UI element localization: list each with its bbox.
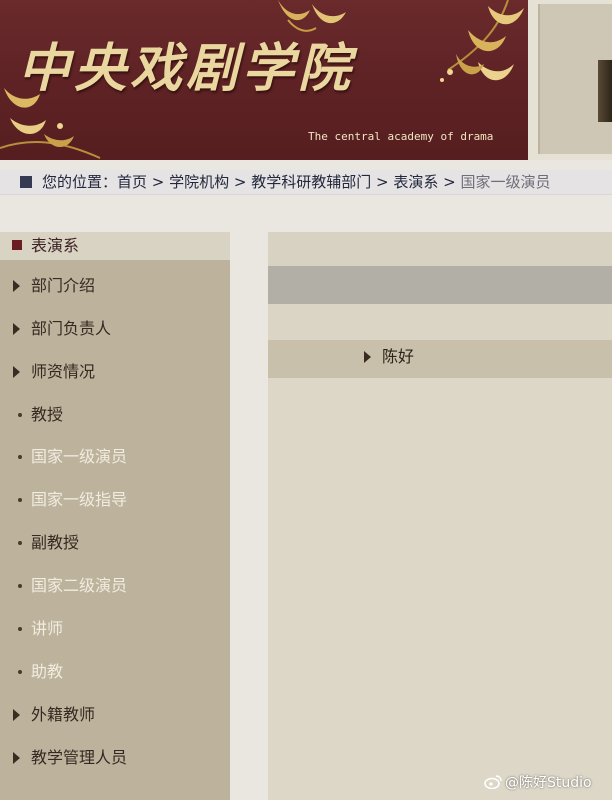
main-header-band <box>268 232 612 266</box>
sidebar-item-foreign-teachers[interactable]: 外籍教师 <box>0 697 230 733</box>
header-banner: 中央戏剧学院 The central academy of drama <box>0 0 528 160</box>
watermark-text: @陈好Studio <box>505 775 592 791</box>
list-item <box>268 340 612 378</box>
header-side-frame <box>538 4 612 154</box>
breadcrumb-separator: > <box>147 173 170 191</box>
sidebar-item-faculty[interactable]: 师资情况 <box>0 354 230 390</box>
logo-subtitle: The central academy of drama <box>308 130 494 143</box>
main-title-bar <box>268 266 612 304</box>
logo-title: 中央戏剧学院 <box>18 38 355 99</box>
sidebar-item-label: 国家一级指导 <box>31 490 128 509</box>
weibo-logo-icon <box>484 775 502 789</box>
breadcrumb-institutions-link[interactable]: 学院机构 <box>169 173 229 191</box>
sidebar-item-label: 国家二级演员 <box>31 576 128 595</box>
header-photo <box>598 60 612 122</box>
heading-square-icon <box>12 240 22 250</box>
breadcrumb-square-icon <box>20 176 32 188</box>
dot-bullet-icon <box>18 413 22 417</box>
sidebar-item-national-second-class-actor[interactable]: 国家二级演员 <box>0 568 230 604</box>
breadcrumb-separator: > <box>438 173 461 191</box>
triangle-bullet-icon <box>13 709 20 721</box>
sidebar-item-associate-professor[interactable]: 副教授 <box>0 525 230 561</box>
dot-bullet-icon <box>18 498 22 502</box>
sidebar-item-department-intro[interactable]: 部门介绍 <box>0 268 230 304</box>
dot-bullet-icon <box>18 455 22 459</box>
triangle-bullet-icon <box>13 366 20 378</box>
triangle-bullet-icon <box>13 323 20 335</box>
sidebar-item-label: 部门介绍 <box>31 276 96 295</box>
triangle-bullet-icon <box>364 351 371 363</box>
teacher-name-link[interactable]: 陈好 <box>382 346 414 368</box>
sidebar-item-label: 教授 <box>31 405 64 424</box>
breadcrumb-prefix: 您的位置： <box>42 173 118 191</box>
sidebar-heading: 表演系 <box>0 232 230 260</box>
breadcrumb-home-link[interactable]: 首页 <box>117 173 147 191</box>
breadcrumb-text: 您的位置：首页 > 学院机构 > 教学科研教辅部门 > 表演系 > 国家一级演员 <box>42 172 551 192</box>
golden-leaves-right-icon <box>440 0 524 82</box>
header-side-panel <box>528 0 612 160</box>
sidebar-item-label: 部门负责人 <box>31 319 112 338</box>
dot-bullet-icon <box>18 627 22 631</box>
main-panel: 陈好 <box>268 232 612 800</box>
sidebar-heading-label: 表演系 <box>31 236 80 255</box>
sidebar: 表演系 部门介绍 部门负责人 师资情况 教授 国家一级演员 国家一级指导 副教授… <box>0 232 230 800</box>
watermark: @陈好Studio <box>484 774 592 792</box>
sidebar-item-label: 讲师 <box>31 619 64 638</box>
breadcrumb-departments-link[interactable]: 教学科研教辅部门 <box>251 173 371 191</box>
dot-bullet-icon <box>18 584 22 588</box>
main-spacer-band <box>268 304 612 340</box>
sidebar-item-label: 国家一级演员 <box>31 447 128 466</box>
breadcrumb-current: 国家一级演员 <box>460 173 551 191</box>
sidebar-item-label: 外籍教师 <box>31 705 96 724</box>
sidebar-item-teaching-assistant[interactable]: 助教 <box>0 654 230 690</box>
sidebar-item-lecturer[interactable]: 讲师 <box>0 611 230 647</box>
breadcrumb-acting-dept-link[interactable]: 表演系 <box>393 173 438 191</box>
dot-bullet-icon <box>18 541 22 545</box>
sidebar-item-teaching-management-staff[interactable]: 教学管理人员 <box>0 740 230 776</box>
sidebar-item-label: 副教授 <box>31 533 80 552</box>
sidebar-item-national-first-class-director[interactable]: 国家一级指导 <box>0 482 230 518</box>
triangle-bullet-icon <box>13 280 20 292</box>
sidebar-item-label: 助教 <box>31 662 64 681</box>
breadcrumb-separator: > <box>371 173 394 191</box>
sidebar-item-department-head[interactable]: 部门负责人 <box>0 311 230 347</box>
triangle-bullet-icon <box>13 752 20 764</box>
breadcrumb-separator: > <box>229 173 252 191</box>
sidebar-item-label: 教学管理人员 <box>31 748 128 767</box>
dot-bullet-icon <box>18 670 22 674</box>
sidebar-item-label: 师资情况 <box>31 362 96 381</box>
breadcrumb: 您的位置：首页 > 学院机构 > 教学科研教辅部门 > 表演系 > 国家一级演员 <box>0 170 612 195</box>
sidebar-item-professor[interactable]: 教授 <box>0 397 230 433</box>
sidebar-item-national-first-class-actor[interactable]: 国家一级演员 <box>0 439 230 475</box>
